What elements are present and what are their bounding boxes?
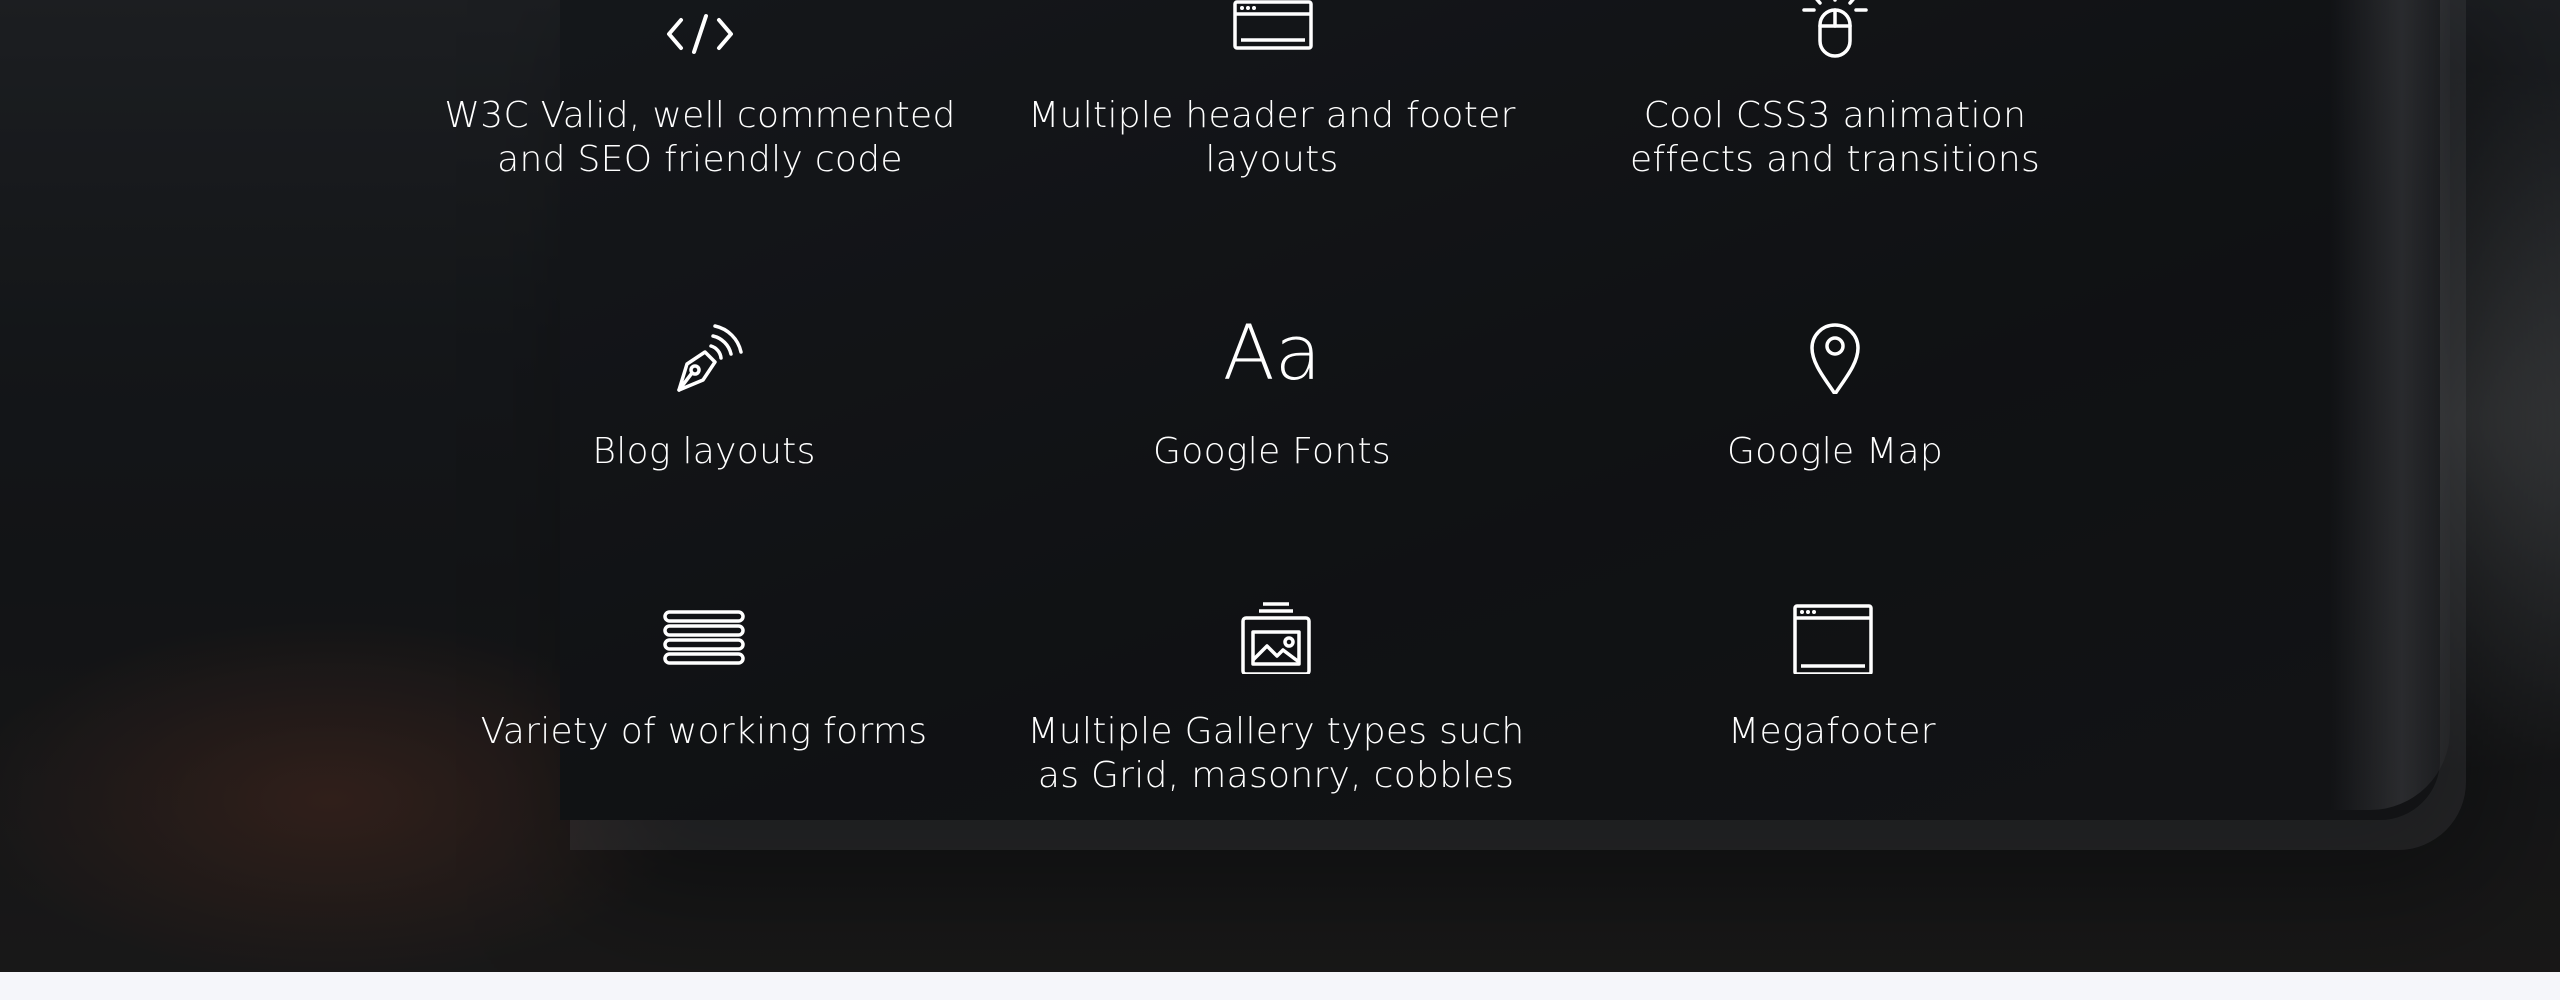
feature-item-gallery-types: Multiple Gallery types such as Grid, mas… <box>1016 592 1536 798</box>
feature-label: Blog layouts <box>592 431 816 472</box>
feature-label: Multiple Gallery types such as Grid, mas… <box>1027 711 1525 796</box>
feature-label: Multiple header and footer layouts <box>1028 95 1516 180</box>
feature-label: W3C Valid, well commented and SEO friend… <box>444 95 956 180</box>
feature-item-css3-animation: Cool CSS3 animation effects and transiti… <box>1575 0 2095 182</box>
font-icon: Aa <box>1012 312 1532 394</box>
browser-window-icon <box>1012 0 1532 58</box>
image-gallery-icon <box>1016 592 1536 674</box>
next-section-edge <box>0 972 2560 1000</box>
feature-item-megafooter: Megafooter <box>1572 592 2092 754</box>
feature-item-working-forms: Variety of working forms <box>444 592 964 754</box>
feature-label: Variety of working forms <box>480 711 928 752</box>
feature-item-google-fonts: Aa Google Fonts <box>1012 312 1532 474</box>
browser-window-icon <box>1572 592 2092 674</box>
menu-lines-icon <box>444 592 964 674</box>
feature-label: Google Map <box>1726 431 1944 472</box>
feature-label: Google Fonts <box>1153 431 1391 472</box>
font-glyph: Aa <box>1222 308 1322 397</box>
feature-label: Megafooter <box>1728 711 1936 752</box>
feature-item-blog-layouts: Blog layouts <box>444 312 964 474</box>
map-pin-icon <box>1575 312 2095 394</box>
pen-nib-signal-icon <box>444 312 964 394</box>
code-icon <box>440 0 960 58</box>
mouse-click-icon <box>1575 0 2095 58</box>
feature-item-header-footer: Multiple header and footer layouts <box>1012 0 1532 182</box>
feature-label: Cool CSS3 animation effects and transiti… <box>1629 95 2041 180</box>
feature-item-w3c-valid: W3C Valid, well commented and SEO friend… <box>440 0 960 182</box>
features-section: W3C Valid, well commented and SEO friend… <box>0 0 2560 972</box>
feature-item-google-map: Google Map <box>1575 312 2095 474</box>
